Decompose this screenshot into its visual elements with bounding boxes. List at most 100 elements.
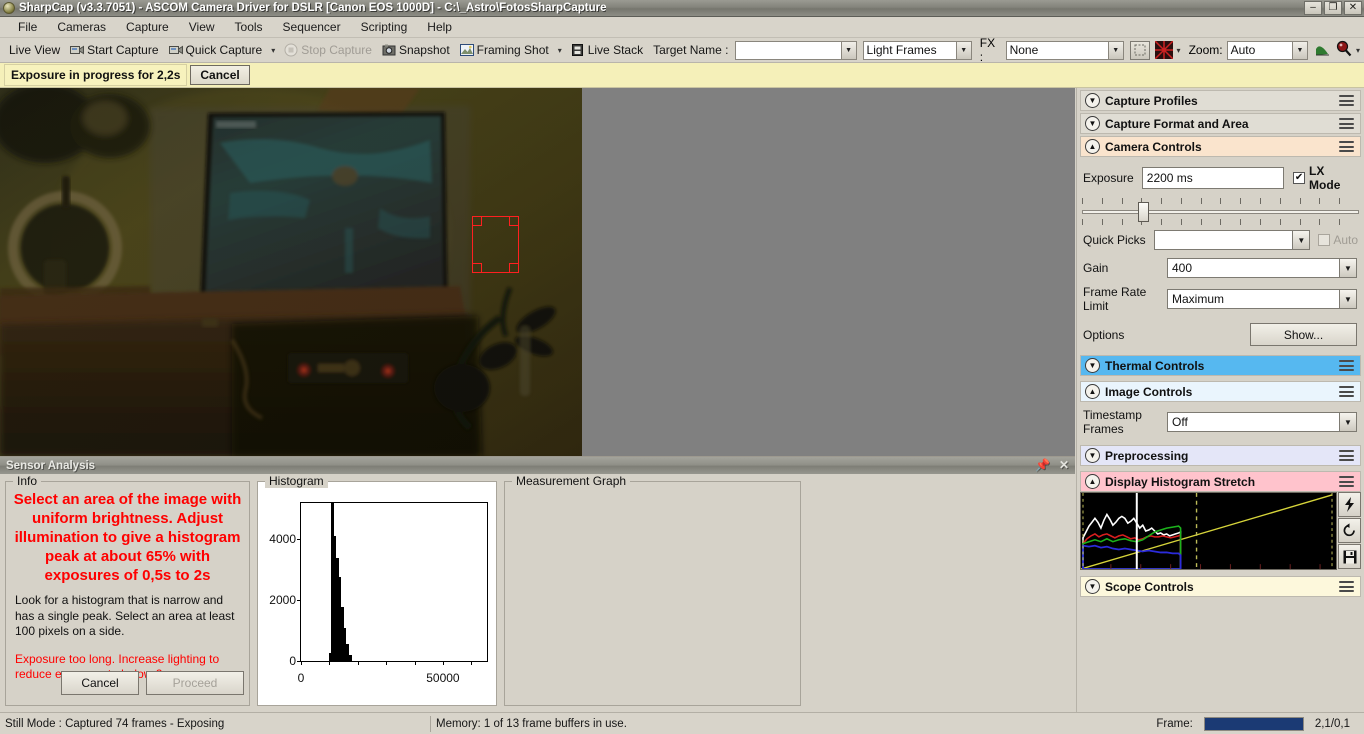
menu-item-view[interactable]: View xyxy=(179,17,225,37)
chevron-up-icon[interactable]: ▲ xyxy=(1085,139,1100,154)
minimize-icon[interactable]: – xyxy=(1304,1,1322,15)
select-area-button[interactable] xyxy=(1129,40,1150,60)
timestamp-frames-select[interactable]: Off ▼ xyxy=(1167,412,1357,432)
info-body: Look for a histogram that is narrow and … xyxy=(15,593,235,638)
chevron-down-icon[interactable]: ▼ xyxy=(1292,231,1310,249)
slider-track[interactable] xyxy=(1082,210,1359,214)
reticle-dropdown-icon[interactable]: ▾ xyxy=(1173,46,1185,55)
chevron-down-icon[interactable]: ▼ xyxy=(1085,93,1100,108)
chevron-down-icon[interactable]: ▼ xyxy=(1339,259,1356,277)
restore-icon[interactable]: ❐ xyxy=(1324,1,1342,15)
section-thermal-controls[interactable]: ▼ Thermal Controls xyxy=(1080,355,1361,376)
exposure-cancel-button[interactable]: Cancel xyxy=(190,65,250,85)
exposure-slider[interactable] xyxy=(1080,196,1361,228)
menu-hamburger-icon[interactable] xyxy=(1339,386,1354,400)
frame-rate-limit-select[interactable]: Maximum ▼ xyxy=(1167,289,1357,309)
fx-select[interactable]: None ▼ xyxy=(1005,40,1124,60)
chevron-down-icon[interactable]: ▼ xyxy=(1085,116,1100,131)
x-tick-mark xyxy=(301,661,302,665)
lx-mode-label: LX Mode xyxy=(1309,164,1341,192)
color-picker-dropdown-icon[interactable]: ▾ xyxy=(1352,46,1364,55)
section-capture-format-and-area[interactable]: ▼ Capture Format and Area xyxy=(1080,113,1361,134)
slider-ticks-top xyxy=(1082,198,1359,204)
section-preprocessing[interactable]: ▼ Preprocessing xyxy=(1080,445,1361,466)
framing-shot-button[interactable]: Framing Shot xyxy=(455,41,554,59)
zoom-select[interactable]: Auto ▼ xyxy=(1226,40,1308,60)
quick-capture-dropdown-icon[interactable]: ▾ xyxy=(267,46,279,55)
section-capture-profiles[interactable]: ▼ Capture Profiles xyxy=(1080,90,1361,111)
chevron-down-icon[interactable]: ▼ xyxy=(1339,290,1356,308)
chevron-down-icon[interactable]: ▼ xyxy=(955,41,971,59)
live-stack-button[interactable]: Live Stack xyxy=(566,41,648,59)
reticle-button[interactable] xyxy=(1154,41,1173,59)
save-stretch-button[interactable] xyxy=(1338,544,1361,569)
menu-item-tools[interactable]: Tools xyxy=(225,17,273,37)
camera-preview-area[interactable] xyxy=(0,88,1075,456)
close-icon[interactable]: ✕ xyxy=(1059,458,1069,472)
quick-capture-button[interactable]: Quick Capture xyxy=(164,41,268,59)
framing-shot-dropdown-icon[interactable]: ▾ xyxy=(554,46,566,55)
chevron-down-icon[interactable]: ▼ xyxy=(1085,448,1100,463)
menu-item-scripting[interactable]: Scripting xyxy=(351,17,418,37)
chevron-down-icon[interactable]: ▼ xyxy=(1291,41,1307,59)
chevron-down-icon[interactable]: ▼ xyxy=(1085,579,1100,594)
selection-handle-bottom-right[interactable] xyxy=(509,263,519,273)
menu-item-capture[interactable]: Capture xyxy=(116,17,179,37)
section-camera-controls[interactable]: ▲ Camera Controls xyxy=(1080,136,1361,157)
control-panel: ▼ Capture Profiles ▼ Capture Format and … xyxy=(1076,88,1364,712)
window-controls: – ❐ ✕ xyxy=(1304,1,1362,15)
start-capture-button[interactable]: Start Capture xyxy=(65,41,163,59)
section-image-controls[interactable]: ▲ Image Controls xyxy=(1080,381,1361,402)
snapshot-button[interactable]: Snapshot xyxy=(377,41,455,59)
lx-mode-checkbox[interactable]: ✔ xyxy=(1293,172,1306,184)
frame-type-select[interactable]: Light Frames ▼ xyxy=(862,40,972,60)
section-title: Thermal Controls xyxy=(1105,358,1205,373)
chevron-down-icon[interactable]: ▼ xyxy=(1107,41,1123,59)
selection-handle-top-left[interactable] xyxy=(472,216,482,226)
menu-item-sequencer[interactable]: Sequencer xyxy=(273,17,351,37)
menu-hamburger-icon[interactable] xyxy=(1339,476,1354,490)
target-name-input[interactable]: ▼ xyxy=(735,40,857,60)
quick-picks-select[interactable]: ▼ xyxy=(1153,230,1311,250)
slider-thumb[interactable] xyxy=(1138,202,1149,222)
color-picker-button[interactable] xyxy=(1335,40,1352,60)
selection-handle-top-right[interactable] xyxy=(509,216,519,226)
menu-item-file[interactable]: File xyxy=(8,17,47,37)
chevron-down-icon[interactable]: ▼ xyxy=(840,41,856,59)
auto-exposure-checkbox[interactable] xyxy=(1318,234,1331,246)
gain-select[interactable]: 400 ▼ xyxy=(1167,258,1357,278)
chevron-down-icon[interactable]: ▼ xyxy=(1339,413,1356,431)
live-preview-image[interactable] xyxy=(0,88,582,456)
histogram-stretch-canvas[interactable] xyxy=(1080,492,1337,570)
options-show-button[interactable]: Show... xyxy=(1250,323,1357,346)
auto-stretch-lightning-icon[interactable] xyxy=(1338,492,1361,517)
chevron-up-icon[interactable]: ▲ xyxy=(1085,384,1100,399)
stop-capture-button[interactable]: Stop Capture xyxy=(279,41,377,59)
cancel-button[interactable]: Cancel xyxy=(61,671,139,695)
histogram-tool-button[interactable] xyxy=(1314,40,1331,60)
menu-hamburger-icon[interactable] xyxy=(1339,118,1354,132)
reset-stretch-button[interactable] xyxy=(1338,518,1361,543)
menu-item-cameras[interactable]: Cameras xyxy=(47,17,116,37)
menu-item-help[interactable]: Help xyxy=(417,17,462,37)
selection-handle-bottom-left[interactable] xyxy=(472,263,482,273)
proceed-button[interactable]: Proceed xyxy=(146,671,244,695)
selection-rectangle[interactable] xyxy=(472,216,519,273)
crosshair-reticle-icon xyxy=(1154,41,1173,59)
sharpcap-window: SharpCap (v3.3.7051) - ASCOM Camera Driv… xyxy=(0,0,1364,734)
exposure-input[interactable]: 2200 ms xyxy=(1141,167,1285,189)
chevron-down-icon[interactable]: ▼ xyxy=(1085,358,1100,373)
histogram-stretch-widget[interactable] xyxy=(1080,492,1361,570)
live-stack-label: Live Stack xyxy=(587,43,644,57)
section-scope-controls[interactable]: ▼ Scope Controls xyxy=(1080,576,1361,597)
menu-hamburger-icon[interactable] xyxy=(1339,360,1354,374)
pin-icon[interactable]: 📌 xyxy=(1035,458,1050,472)
close-icon[interactable]: ✕ xyxy=(1344,1,1362,15)
section-display-histogram-stretch[interactable]: ▲ Display Histogram Stretch xyxy=(1080,471,1361,492)
menu-hamburger-icon[interactable] xyxy=(1339,141,1354,155)
menu-hamburger-icon[interactable] xyxy=(1339,450,1354,464)
live-view-button[interactable]: Live View xyxy=(4,41,65,59)
menu-hamburger-icon[interactable] xyxy=(1339,581,1354,595)
chevron-up-icon[interactable]: ▲ xyxy=(1085,474,1100,489)
menu-hamburger-icon[interactable] xyxy=(1339,95,1354,109)
